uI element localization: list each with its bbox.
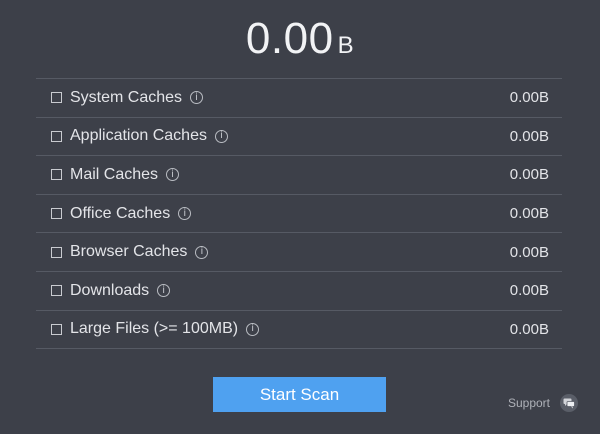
category-label: Browser Caches [70, 243, 188, 261]
category-list: System Caches i 0.00B Application Caches… [36, 78, 562, 350]
support-link[interactable]: Support [508, 394, 578, 412]
info-icon[interactable]: i [246, 322, 260, 336]
category-size: 0.00B [509, 282, 549, 300]
start-scan-button[interactable]: Start Scan [213, 377, 386, 412]
category-size: 0.00B [509, 243, 549, 261]
category-checkbox[interactable] [51, 246, 62, 258]
category-checkbox[interactable] [51, 169, 62, 181]
category-size: 0.00B [509, 89, 549, 107]
category-size: 0.00B [509, 127, 549, 145]
category-checkbox[interactable] [51, 208, 62, 220]
info-icon[interactable]: i [190, 91, 204, 105]
info-icon[interactable]: i [166, 168, 180, 182]
chat-icon-glyph [563, 398, 575, 408]
chat-icon[interactable] [560, 394, 578, 412]
total-size: 0.00 B [0, 14, 600, 64]
category-label: Mail Caches [70, 165, 159, 183]
category-size: 0.00B [509, 166, 549, 184]
category-row-large-files: Large Files (>= 100MB) i 0.00B [36, 311, 562, 350]
category-row-mail-caches: Mail Caches i 0.00B [36, 156, 562, 195]
category-size: 0.00B [509, 320, 549, 338]
category-row-downloads: Downloads i 0.00B [36, 272, 562, 311]
category-checkbox[interactable] [51, 285, 62, 297]
category-label: Application Caches [70, 127, 207, 145]
category-size: 0.00B [509, 205, 549, 223]
category-row-browser-caches: Browser Caches i 0.00B [36, 233, 562, 272]
info-icon[interactable]: i [178, 207, 192, 221]
info-icon[interactable]: i [214, 129, 228, 143]
total-size-value: 0.00 [245, 14, 334, 63]
category-label: Office Caches [70, 204, 171, 222]
category-row-application-caches: Application Caches i 0.00B [36, 118, 562, 157]
category-label: Large Files (>= 100MB) [70, 320, 239, 338]
support-label: Support [507, 396, 550, 410]
category-row-system-caches: System Caches i 0.00B [36, 79, 562, 118]
category-checkbox[interactable] [51, 323, 62, 335]
category-label: Downloads [70, 281, 150, 299]
info-icon[interactable]: i [157, 284, 171, 298]
category-row-office-caches: Office Caches i 0.00B [36, 195, 562, 234]
info-icon[interactable]: i [195, 245, 209, 259]
total-size-unit: B [337, 32, 355, 59]
category-label: System Caches [70, 88, 183, 106]
category-checkbox[interactable] [51, 130, 62, 142]
category-checkbox[interactable] [51, 92, 62, 104]
